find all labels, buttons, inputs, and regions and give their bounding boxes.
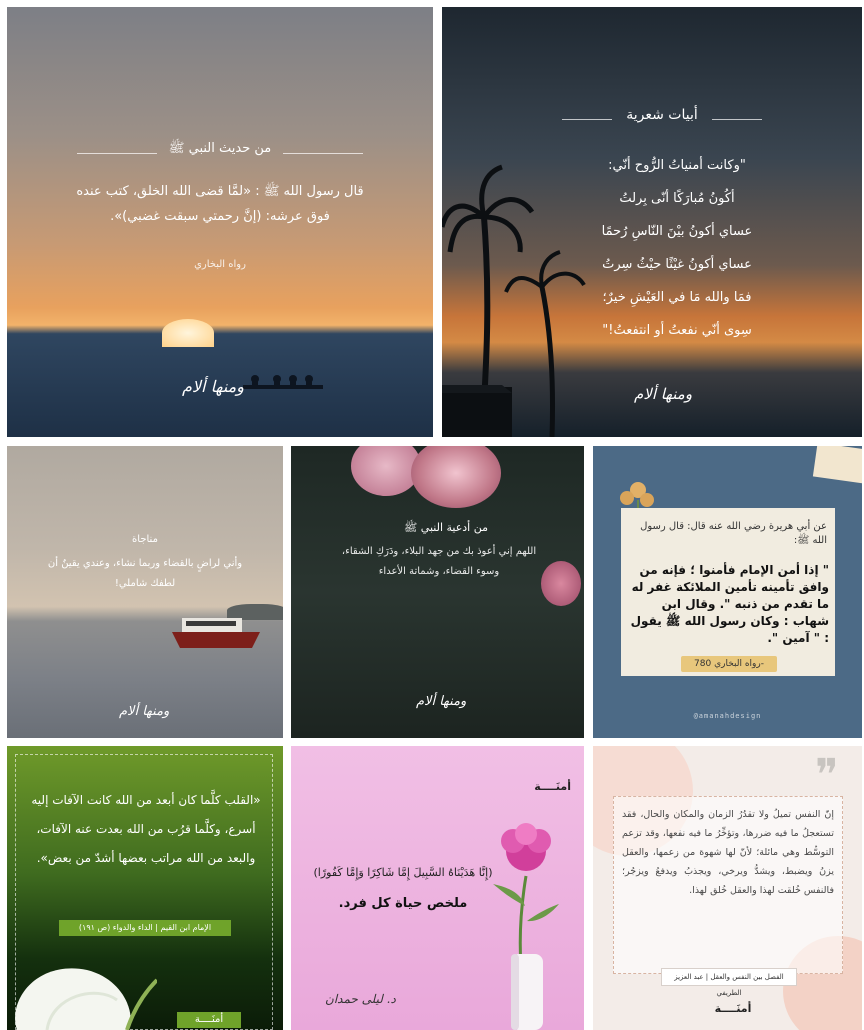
author-signature: د. ليلى حمدان (325, 992, 396, 1006)
signature-logo: ومنها ألام (416, 694, 467, 709)
hadith-source-badge: -رواه البخاري 780 (681, 656, 777, 672)
tile-heading: من حديث النبي ﷺ (168, 141, 272, 156)
poem-line: "وكانت أمنياتُ الرُّوح أنّي: (608, 158, 746, 173)
signature-logo: ومنها ألام (119, 704, 170, 719)
poem-line: أكُونُ مُبارَكًا أنّى بِرلتُ (619, 191, 735, 206)
post-tile-green-quote[interactable]: «القلب كلَّما كان أبعد من الله كانت الآف… (7, 746, 283, 1030)
flower (411, 446, 501, 508)
quote-source-badge: الإمام ابن القيم | الداء والدواء (ص ١٩١) (59, 920, 231, 936)
white-tulip (15, 968, 157, 1030)
post-tile-dua-flowers[interactable]: من أدعية النبي ﷺ اللهم إني أعوذ بك من جه… (291, 446, 584, 738)
boat-silhouette (243, 375, 323, 389)
account-handle: @amanahdesign (693, 712, 762, 720)
brand-logo: أمنَــــة (177, 1012, 241, 1028)
divider (283, 153, 363, 154)
post-tile-cream-quote[interactable]: ❞ إنّ النفس تميلُ ولا تقدُرُ الزمان والم… (593, 746, 862, 1030)
brand-logo: أمنَــــة (534, 780, 571, 793)
boat (172, 618, 260, 648)
caption-text: ملخص حياة كل فرد. (338, 896, 468, 911)
flower (541, 561, 581, 606)
quote-card: عن أبي هريرة رضي الله عنه قال: قال رسول … (621, 508, 835, 676)
quote-mark-icon: ❞ (815, 750, 839, 801)
post-tile-hadith-card[interactable]: عن أبي هريرة رضي الله عنه قال: قال رسول … (593, 446, 862, 738)
brand-logo: أمنَــــة (714, 1002, 752, 1015)
quote-card: إنّ النفس تميلُ ولا تقدُرُ الزمان والمكا… (613, 796, 843, 974)
post-tile-boat[interactable]: مناجاة وأني لراضٍ بالقضاء وربما نشاء، وع… (7, 446, 283, 738)
hadith-source: رواه البخاري (194, 259, 246, 270)
flower-vase (493, 823, 559, 1030)
quote-text: «القلب كلَّما كان أبعد من الله كانت الآف… (31, 793, 261, 865)
hadith-text: قال رسول الله ﷺ : «لمَّا قضى الله الخلق،… (76, 184, 364, 224)
tile-body: اللهم إني أعوذ بك من جهد البلاء، ودَرَكِ… (341, 546, 537, 577)
poem-lines: "وكانت أمنياتُ الرُّوح أنّي: أكُونُ مُبا… (552, 149, 802, 347)
sun (162, 319, 214, 347)
poem-line: سِوى أنّي نفعتُ أو انتفعتُ!" (602, 323, 752, 338)
verse-text: (إِنَّا هَدَيْنَاهُ السَّبِيلَ إِمَّا شَ… (313, 866, 493, 879)
poem-line: عساي أكونُ بيْنَ النّاسِ رُحمًا (601, 224, 753, 239)
divider (77, 153, 157, 154)
paper-corner (812, 446, 862, 484)
poem-line: عساي أكونُ غيْثًا حيْثُ سِرتُ (602, 257, 752, 272)
post-tile-hadith-sunset[interactable]: من حديث النبي ﷺ قال رسول الله ﷺ : «لمَّا… (7, 7, 433, 437)
quote-text: إنّ النفس تميلُ ولا تقدُرُ الزمان والمكا… (622, 809, 834, 896)
poem-line: فمَا والله مَا في العَيْشِ خيرٌ؛ (602, 290, 752, 305)
signature-logo: ومنها ألام (634, 385, 693, 403)
tile-body: وأني لراضٍ بالقضاء وربما نشاء، وعندي يقي… (47, 558, 243, 589)
hadith-intro: عن أبي هريرة رضي الله عنه قال: قال رسول … (640, 521, 827, 546)
tile-heading: مناجاة (132, 534, 158, 545)
quote-source-badge: الفصل بين النفس والعقل | عبد العزيز الطر… (661, 968, 797, 997)
hadith-text: " إذا أمن الإمام فأمنوا ؛ فإنه من وافق ت… (630, 563, 829, 645)
post-tile-poetry-palms[interactable]: أبيات شعرية "وكانت أمنياتُ الرُّوح أنّي:… (442, 7, 862, 437)
signature-logo: ومنها ألام (182, 377, 244, 396)
post-tile-pink-vase[interactable]: أمنَــــة (إِنَّا هَدَيْنَاهُ السَّبِيلَ… (291, 746, 584, 1030)
tile-heading: من أدعية النبي ﷺ (404, 521, 488, 534)
tile-heading: أبيات شعرية (626, 107, 698, 123)
